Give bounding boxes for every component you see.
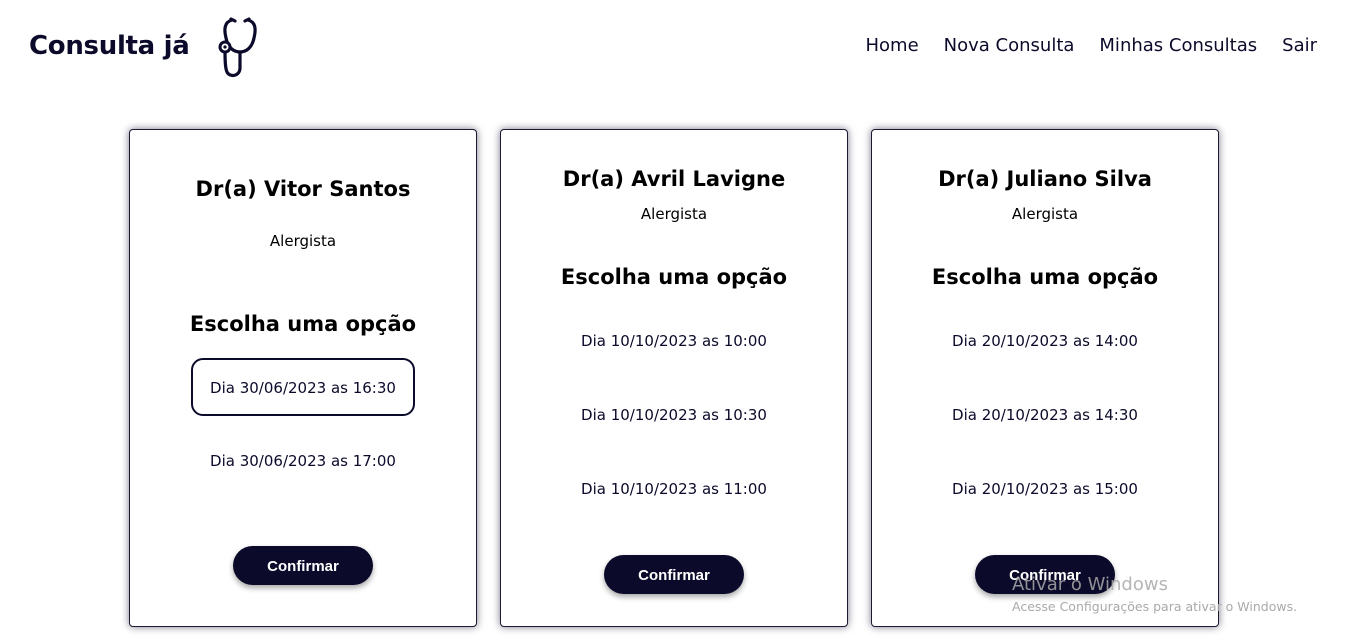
nav-sair[interactable]: Sair [1282, 35, 1317, 56]
time-slot-option[interactable]: Dia 30/06/2023 as 16:30 [191, 358, 415, 416]
time-slot-option[interactable]: Dia 20/10/2023 as 15:00 [935, 460, 1155, 518]
nav-nova-consulta[interactable]: Nova Consulta [944, 35, 1075, 56]
nav-home[interactable]: Home [866, 35, 919, 56]
confirm-button[interactable]: Confirmar [233, 546, 373, 585]
doctor-card: Dr(a) Juliano Silva Alergista Escolha um… [871, 129, 1219, 627]
doctor-name: Dr(a) Vitor Santos [195, 177, 411, 201]
doctor-specialty: Alergista [269, 232, 337, 250]
time-slot-option[interactable]: Dia 20/10/2023 as 14:30 [935, 386, 1155, 444]
stethoscope-icon [218, 17, 257, 78]
time-slot-option[interactable]: Dia 20/10/2023 as 14:00 [935, 312, 1155, 370]
choose-option-heading: Escolha uma opção [560, 265, 788, 289]
doctor-card: Dr(a) Avril Lavigne Alergista Escolha um… [500, 129, 848, 627]
confirm-button[interactable]: Confirmar [604, 555, 744, 594]
time-slot-option[interactable]: Dia 10/10/2023 as 10:00 [564, 312, 784, 370]
time-slot-option[interactable]: Dia 30/06/2023 as 17:00 [193, 432, 413, 490]
confirm-button[interactable]: Confirmar [975, 555, 1115, 594]
header: Consulta já Home Nova Consulta Minhas Co… [0, 0, 1348, 95]
time-slot-option[interactable]: Dia 10/10/2023 as 10:30 [564, 386, 784, 444]
time-slot-option[interactable]: Dia 10/10/2023 as 11:00 [564, 460, 784, 518]
nav-minhas-consultas[interactable]: Minhas Consultas [1099, 35, 1257, 56]
doctor-name: Dr(a) Avril Lavigne [562, 167, 786, 191]
choose-option-heading: Escolha uma opção [931, 265, 1159, 289]
main-nav: Home Nova Consulta Minhas Consultas Sair [866, 35, 1318, 56]
brand-title[interactable]: Consulta já [29, 31, 190, 61]
doctor-specialty: Alergista [640, 205, 708, 223]
doctor-card: Dr(a) Vitor Santos Alergista Escolha uma… [129, 129, 477, 627]
choose-option-heading: Escolha uma opção [189, 312, 417, 336]
doctor-specialty: Alergista [1011, 205, 1079, 223]
doctor-name: Dr(a) Juliano Silva [938, 167, 1152, 191]
